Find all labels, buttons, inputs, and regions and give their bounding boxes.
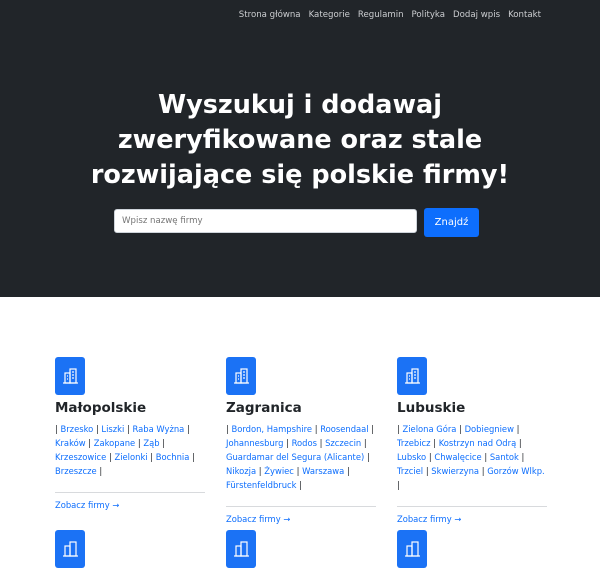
city-link[interactable]: Warszawa [302, 466, 344, 476]
city-link[interactable]: Raba Wyżna [133, 424, 185, 434]
building-icon [55, 357, 85, 395]
see-companies-link[interactable]: Zobacz firmy → [397, 514, 547, 524]
company-search-input[interactable] [114, 209, 417, 233]
category-title: Małopolskie [55, 400, 147, 416]
city-link[interactable]: Gorzów Wlkp. [487, 466, 545, 476]
city-link[interactable]: Zielonki [114, 452, 147, 462]
headline-line-2: zweryfikowane oraz stale [117, 125, 483, 155]
nav-home[interactable]: Strona główna [239, 10, 301, 20]
category-card-malopolskie: Małopolskie | Brzesko | Liszki | Raba Wy… [55, 357, 205, 510]
separator: | [187, 424, 190, 434]
headline-line-3: rozwijające się polskie firmy! [90, 160, 510, 190]
separator: | [366, 452, 370, 462]
city-link[interactable]: Bochnia [156, 452, 190, 462]
search-button[interactable]: Znajdź [424, 208, 479, 237]
separator: | [397, 480, 400, 490]
category-card-zagranica: Zagranica | Bordon, Hampshire | Roosenda… [226, 357, 376, 524]
city-link[interactable]: Dobiegniew [465, 424, 514, 434]
city-link[interactable]: Roosendaal [320, 424, 368, 434]
separator: | [99, 466, 103, 476]
city-link[interactable]: Skwierzyna [431, 466, 479, 476]
nav-add-entry[interactable]: Dodaj wpis [453, 10, 500, 20]
separator: | [518, 438, 522, 448]
building-icon [226, 357, 256, 395]
city-link[interactable]: Fürstenfeldbruck [226, 480, 296, 490]
city-link[interactable]: Bordon, Hampshire [231, 424, 312, 434]
nav-categories[interactable]: Kategorie [309, 10, 350, 20]
nav-contact[interactable]: Kontakt [508, 10, 541, 20]
city-link[interactable]: Rodos [292, 438, 317, 448]
hero-headline: Wyszukuj i dodawaj zweryfikowane oraz st… [0, 88, 600, 193]
city-link[interactable]: Zakopane [94, 438, 135, 448]
city-link[interactable]: Johannesburg [226, 438, 283, 448]
divider [226, 506, 376, 507]
city-link[interactable]: Brzesko [60, 424, 93, 434]
city-link[interactable]: Zielona Góra [402, 424, 456, 434]
separator: | [371, 424, 375, 434]
city-link[interactable]: Guardamar del Segura (Alicante) [226, 452, 364, 462]
city-link[interactable]: Nikozja [226, 466, 256, 476]
city-link[interactable]: Kraków [55, 438, 86, 448]
hero-section: Strona główna Kategorie Regulamin Polity… [0, 0, 600, 297]
city-link[interactable]: Szczecin [325, 438, 361, 448]
city-link[interactable]: Chwalęcice [434, 452, 481, 462]
nav-policy[interactable]: Polityka [412, 10, 445, 20]
city-link[interactable]: Lubsko [397, 452, 426, 462]
building-icon [226, 530, 256, 568]
building-icon [397, 357, 427, 395]
building-icon [55, 530, 85, 568]
separator: | [299, 480, 302, 490]
city-links: | Zielona Góra | Dobiegniew | Trzebicz |… [397, 422, 547, 492]
separator: | [363, 438, 367, 448]
divider [55, 492, 205, 493]
separator: | [346, 466, 350, 476]
nav-terms[interactable]: Regulamin [358, 10, 404, 20]
separator: | [192, 452, 195, 462]
city-links: | Bordon, Hampshire | Roosendaal | Johan… [226, 422, 376, 492]
separator: | [516, 424, 520, 434]
top-nav: Strona główna Kategorie Regulamin Polity… [239, 10, 541, 20]
city-link[interactable]: Kostrzyn nad Odrą [439, 438, 517, 448]
city-link[interactable]: Trzciel [397, 466, 423, 476]
category-title: Lubuskie [397, 400, 466, 416]
category-card-lubuskie: Lubuskie | Zielona Góra | Dobiegniew | T… [397, 357, 547, 524]
city-link[interactable]: Żywiec [264, 466, 294, 476]
headline-line-1: Wyszukuj i dodawaj [157, 90, 442, 120]
city-link[interactable]: Trzebicz [397, 438, 431, 448]
building-icon [397, 530, 427, 568]
city-link[interactable]: Santok [490, 452, 519, 462]
see-companies-link[interactable]: Zobacz firmy → [226, 514, 376, 524]
see-companies-link[interactable]: Zobacz firmy → [55, 500, 205, 510]
separator: | [162, 438, 166, 448]
city-link[interactable]: Brzeszcze [55, 466, 97, 476]
city-links: | Brzesko | Liszki | Raba Wyżna | Kraków… [55, 422, 205, 478]
city-link[interactable]: Krzeszowice [55, 452, 106, 462]
city-link[interactable]: Liszki [101, 424, 124, 434]
separator: | [521, 452, 525, 462]
city-link[interactable]: Ząb [143, 438, 159, 448]
divider [397, 506, 547, 507]
category-title: Zagranica [226, 400, 302, 416]
